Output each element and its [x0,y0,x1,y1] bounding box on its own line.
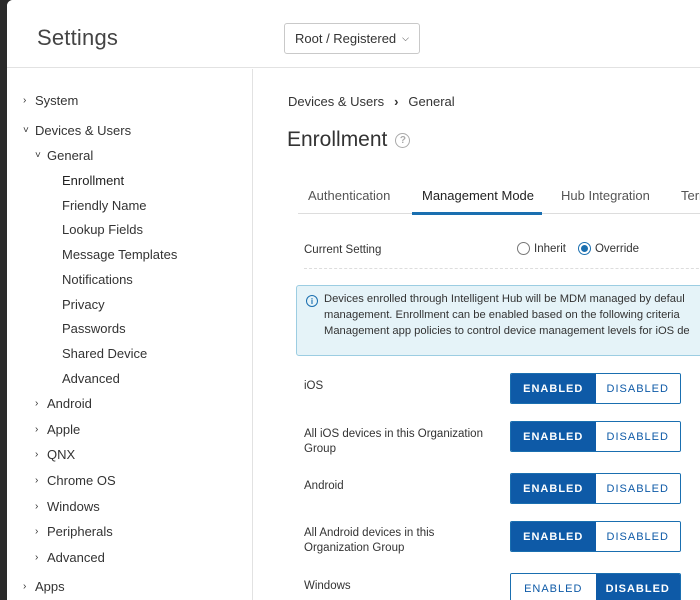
chevron-right-icon: › [35,398,39,409]
sidebar-item-notifications[interactable]: Notifications [62,272,133,287]
sidebar-item-general[interactable]: ˅ General [35,148,93,163]
organization-group-select[interactable]: Root / Registered ⌵ [284,23,420,54]
sidebar-item-label: Windows [47,499,100,514]
sidebar-item-lookup-fields[interactable]: Lookup Fields [62,222,143,237]
tab-terms[interactable]: Terr [681,188,700,203]
settings-sidebar: › System ˅ Devices & Users ˅ General Enr… [7,69,253,600]
current-setting-radio-group: Inherit Override [517,242,645,255]
help-icon[interactable]: ? [395,132,411,148]
sidebar-item-passwords[interactable]: Passwords [62,321,126,336]
sidebar-item-label: Peripherals [47,524,113,539]
page-title-text: Enrollment [287,128,388,151]
current-setting-row: Current Setting Inherit Override [304,237,700,269]
windows-label: Windows [304,580,351,592]
android-label: Android [304,480,344,492]
ios-toggle: ENABLED DISABLED [510,373,681,404]
inherit-option[interactable]: Inherit [517,242,566,255]
tab-management-mode[interactable]: Management Mode [422,188,534,203]
sidebar-item-shared-device[interactable]: Shared Device [62,346,147,361]
chevron-right-icon: › [35,501,39,512]
sidebar-item-message-templates[interactable]: Message Templates [62,247,177,262]
sidebar-item-friendly-name[interactable]: Friendly Name [62,198,147,213]
chevron-down-icon: ˅ [35,150,41,161]
settings-window: Settings Root / Registered ⌵ › System ˅ … [7,0,700,600]
chevron-right-icon: › [35,424,39,435]
main-content: Devices & Users › General Enrollment ? A… [254,69,700,600]
android-disabled-button[interactable]: DISABLED [595,474,680,503]
info-line: Devices enrolled through Intelligent Hub… [324,293,685,305]
chevron-right-icon: › [35,449,39,460]
android-enabled-button[interactable]: ENABLED [511,474,596,503]
all-ios-disabled-button[interactable]: DISABLED [595,422,680,451]
all-android-devices-toggle: ENABLED DISABLED [510,521,681,552]
sidebar-item-qnx[interactable]: › QNX [35,447,75,462]
sidebar-item-general-advanced[interactable]: Advanced [62,371,120,386]
ios-label: iOS [304,380,324,392]
all-android-disabled-button[interactable]: DISABLED [595,522,680,551]
sidebar-item-peripherals[interactable]: › Peripherals [35,524,113,539]
ios-enabled-button[interactable]: ENABLED [511,374,596,403]
all-android-devices-label: All Android devices in this Organization… [304,527,435,554]
chevron-down-icon: ˅ [23,125,29,136]
chevron-right-icon: › [23,95,27,106]
chevron-right-icon: › [35,526,39,537]
override-radio[interactable] [577,242,591,255]
current-setting-label: Current Setting [304,244,382,256]
inherit-label: Inherit [534,242,566,255]
all-ios-enabled-button[interactable]: ENABLED [511,422,596,451]
breadcrumb: Devices & Users › General [288,94,455,109]
chevron-down-icon: ⌵ [402,33,409,43]
top-bar: Settings Root / Registered ⌵ [7,0,700,68]
sidebar-item-label: Apps [35,579,65,594]
windows-disabled-button[interactable]: DISABLED [595,574,680,600]
organization-group-label: Root / Registered [295,31,397,46]
override-option[interactable]: Override [577,242,640,255]
info-icon: i [306,295,318,307]
all-android-enabled-button[interactable]: ENABLED [511,522,596,551]
chevron-right-icon: › [35,475,39,486]
info-line: management. Enrollment can be enabled ba… [324,309,680,321]
sidebar-item-label: QNX [47,447,76,462]
sidebar-item-privacy[interactable]: Privacy [62,297,105,312]
sidebar-item-advanced[interactable]: › Advanced [35,550,105,565]
breadcrumb-separator-icon: › [394,94,399,109]
chevron-right-icon: › [23,581,27,592]
sidebar-item-label: Devices & Users [35,123,132,138]
sidebar-item-label: Apple [47,422,81,437]
sidebar-item-apple[interactable]: › Apple [35,422,80,437]
windows-toggle: ENABLED DISABLED [510,573,681,600]
app-title: Settings [37,25,119,50]
override-label: Override [594,242,640,255]
sidebar-item-label: System [35,93,79,108]
chevron-right-icon: › [35,552,39,563]
breadcrumb-current: General [408,94,455,109]
sidebar-item-android[interactable]: › Android [35,396,92,411]
page-title: Enrollment ? [287,128,411,152]
active-tab-indicator [412,212,542,215]
sidebar-item-windows[interactable]: › Windows [35,499,100,514]
all-ios-devices-toggle: ENABLED DISABLED [510,421,681,452]
settings-tabs: Authentication Management Mode Hub Integ… [298,178,700,215]
sidebar-item-label: Advanced [47,550,105,565]
sidebar-item-label: Chrome OS [47,473,116,488]
sidebar-item-apps[interactable]: › Apps [23,579,65,594]
sidebar-item-devices-users[interactable]: ˅ Devices & Users [23,123,131,138]
sidebar-item-chrome-os[interactable]: › Chrome OS [35,473,116,488]
sidebar-item-label: Android [47,396,92,411]
sidebar-item-label: General [47,148,94,163]
tab-hub-integration[interactable]: Hub Integration [561,188,650,203]
inherit-radio[interactable] [517,242,530,255]
all-ios-devices-label: All iOS devices in this Organization Gro… [304,428,483,455]
android-toggle: ENABLED DISABLED [510,473,681,504]
breadcrumb-parent-link[interactable]: Devices & Users [288,94,384,109]
ios-disabled-button[interactable]: DISABLED [595,374,680,403]
sidebar-item-system[interactable]: › System [23,93,78,108]
info-banner: i Devices enrolled through Intelligent H… [296,285,700,356]
tab-authentication[interactable]: Authentication [308,188,390,203]
windows-enabled-button[interactable]: ENABLED [511,574,596,600]
info-line: Management app policies to control devic… [324,325,690,337]
sidebar-item-enrollment[interactable]: Enrollment [62,173,124,188]
